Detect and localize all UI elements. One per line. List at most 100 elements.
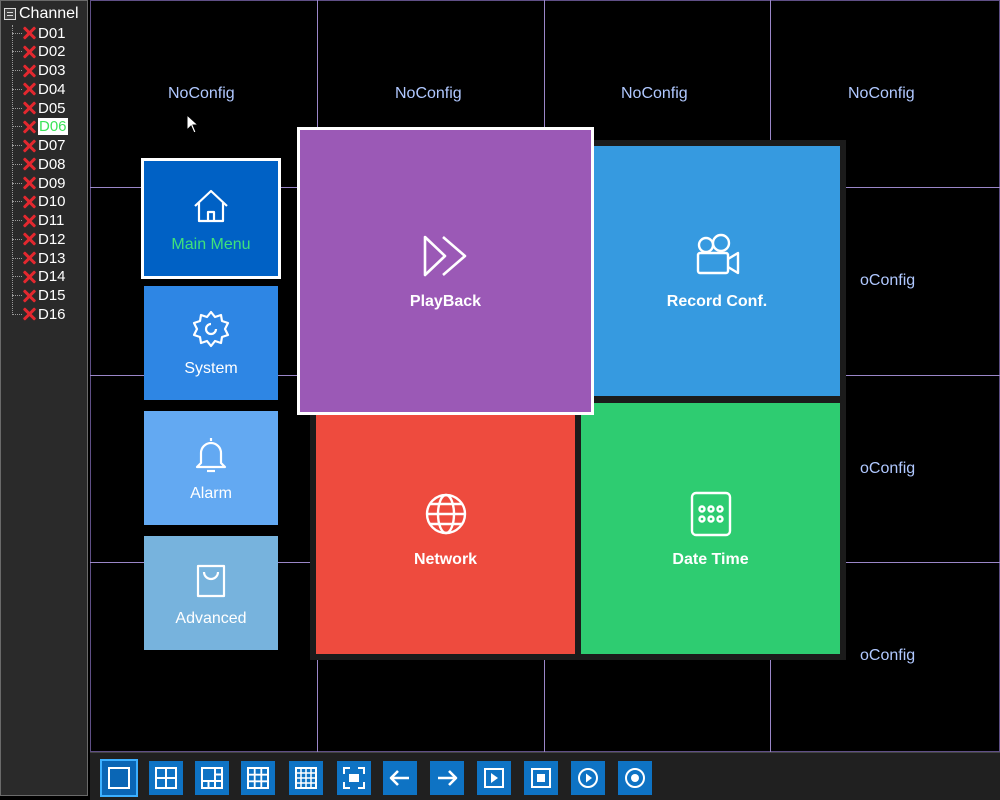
single-view-icon xyxy=(108,767,130,789)
cell-status-label: NoConfig xyxy=(168,85,235,102)
play-circle-button[interactable] xyxy=(571,761,605,795)
red-x-icon xyxy=(22,195,36,209)
channel-label: D16 xyxy=(38,305,66,323)
channel-item-d13[interactable]: D13 xyxy=(12,249,66,267)
record-stop-icon xyxy=(531,768,551,788)
red-x-icon xyxy=(22,307,36,321)
main-menu-tile[interactable]: Main Menu xyxy=(141,158,281,279)
play-circle-icon xyxy=(578,768,598,788)
globe-icon xyxy=(425,493,466,534)
red-x-icon xyxy=(22,176,36,190)
alarm-tile[interactable]: Alarm xyxy=(144,411,278,525)
channel-item-d10[interactable]: D10 xyxy=(12,193,66,211)
channel-item-d06[interactable]: D06 xyxy=(12,118,68,136)
gear-icon xyxy=(192,310,230,348)
system-label: System xyxy=(184,360,238,377)
red-x-icon xyxy=(22,120,36,134)
tree-branch-line xyxy=(12,107,22,109)
channel-item-d08[interactable]: D08 xyxy=(12,155,66,173)
channel-item-d01[interactable]: D01 xyxy=(12,24,66,42)
playback-button[interactable] xyxy=(477,761,511,795)
next-arrow-button[interactable] xyxy=(430,761,464,795)
red-x-icon xyxy=(22,157,36,171)
mouse-cursor-icon xyxy=(186,114,200,134)
network-tile[interactable]: Network xyxy=(316,403,575,654)
six-view-icon xyxy=(201,767,223,789)
bell-icon xyxy=(195,438,227,473)
channel-item-d05[interactable]: D05 xyxy=(12,99,66,117)
playback-tile[interactable]: PlayBack xyxy=(297,127,594,415)
channel-item-d02[interactable]: D02 xyxy=(12,43,66,61)
view-toolbar xyxy=(90,752,1000,800)
video-camera-icon xyxy=(696,233,740,275)
channel-tree-panel: Channel D01 D02 D03 D04 D05 D06 D07 D08 D09 D10 D1… xyxy=(0,0,88,796)
cell-status-label: NoConfig xyxy=(395,85,462,102)
date-time-tile[interactable]: Date Time xyxy=(581,403,840,654)
channel-label: D14 xyxy=(38,268,66,286)
home-icon xyxy=(194,189,228,222)
channel-item-d09[interactable]: D09 xyxy=(12,174,66,192)
previous-arrow-icon xyxy=(389,770,409,786)
channel-label: D08 xyxy=(38,155,66,173)
calendar-icon xyxy=(690,491,731,536)
previous-arrow-button[interactable] xyxy=(383,761,417,795)
tree-branch-line xyxy=(12,313,22,315)
nine-view-button[interactable] xyxy=(241,761,275,795)
advanced-tile[interactable]: Advanced xyxy=(144,536,278,650)
channel-label: D15 xyxy=(38,287,66,304)
fullscreen-button[interactable] xyxy=(337,761,371,795)
channel-item-d14[interactable]: D14 xyxy=(12,268,66,286)
playback-icon xyxy=(484,768,504,788)
channel-label: D12 xyxy=(38,230,66,248)
record-stop-button[interactable] xyxy=(524,761,558,795)
tree-branch-line xyxy=(12,182,22,184)
tree-branch-line xyxy=(12,145,22,146)
cell-status-label: oConfig xyxy=(860,647,916,664)
channel-label: D11 xyxy=(38,212,65,229)
tree-branch-line xyxy=(12,88,22,90)
channel-label: D10 xyxy=(38,193,66,211)
alarm-label: Alarm xyxy=(190,485,232,502)
tree-branch-line xyxy=(12,51,22,53)
nine-view-icon xyxy=(247,767,269,789)
main-menu-label: Main Menu xyxy=(171,235,251,253)
channel-label: D01 xyxy=(38,24,66,42)
red-x-icon xyxy=(22,139,36,153)
network-label: Network xyxy=(413,550,478,568)
red-x-icon xyxy=(22,26,36,40)
date-time-label: Date Time xyxy=(672,550,749,568)
cell-status-label: oConfig xyxy=(860,460,916,477)
channel-item-d12[interactable]: D12 xyxy=(12,230,66,248)
cell-status-label: NoConfig xyxy=(621,85,688,102)
tree-branch-line xyxy=(12,295,22,296)
tree-collapse-icon[interactable] xyxy=(4,8,16,20)
record-circle-button[interactable] xyxy=(618,761,652,795)
channel-label: D04 xyxy=(38,80,66,98)
channel-item-d15[interactable]: D15 xyxy=(12,287,66,305)
red-x-icon xyxy=(22,251,36,265)
channel-item-d04[interactable]: D04 xyxy=(12,80,66,98)
red-x-icon xyxy=(22,64,36,78)
playback-label: PlayBack xyxy=(409,293,482,310)
record-conf-tile[interactable]: Record Conf. xyxy=(594,146,840,396)
channel-label: D06 xyxy=(38,118,68,136)
advanced-label: Advanced xyxy=(175,610,247,627)
red-x-icon xyxy=(22,45,36,59)
sixteen-view-button[interactable] xyxy=(289,761,323,795)
system-tile[interactable]: System xyxy=(144,286,278,400)
channel-tree-title[interactable]: Channel xyxy=(4,5,79,23)
channel-item-d03[interactable]: D03 xyxy=(12,62,66,80)
tree-branch-line xyxy=(12,220,22,221)
quad-view-button[interactable] xyxy=(149,761,183,795)
channel-item-d11[interactable]: D11 xyxy=(12,212,64,230)
single-view-button[interactable] xyxy=(100,759,138,797)
channel-item-d07[interactable]: D07 xyxy=(12,137,66,155)
channel-item-d16[interactable]: D16 xyxy=(12,305,66,323)
channel-label: D02 xyxy=(38,43,66,61)
channel-label: D09 xyxy=(38,174,66,192)
fast-forward-icon xyxy=(423,235,466,277)
six-view-button[interactable] xyxy=(195,761,229,795)
tree-branch-line xyxy=(12,32,22,34)
red-x-icon xyxy=(22,270,36,284)
next-arrow-icon xyxy=(438,770,458,786)
